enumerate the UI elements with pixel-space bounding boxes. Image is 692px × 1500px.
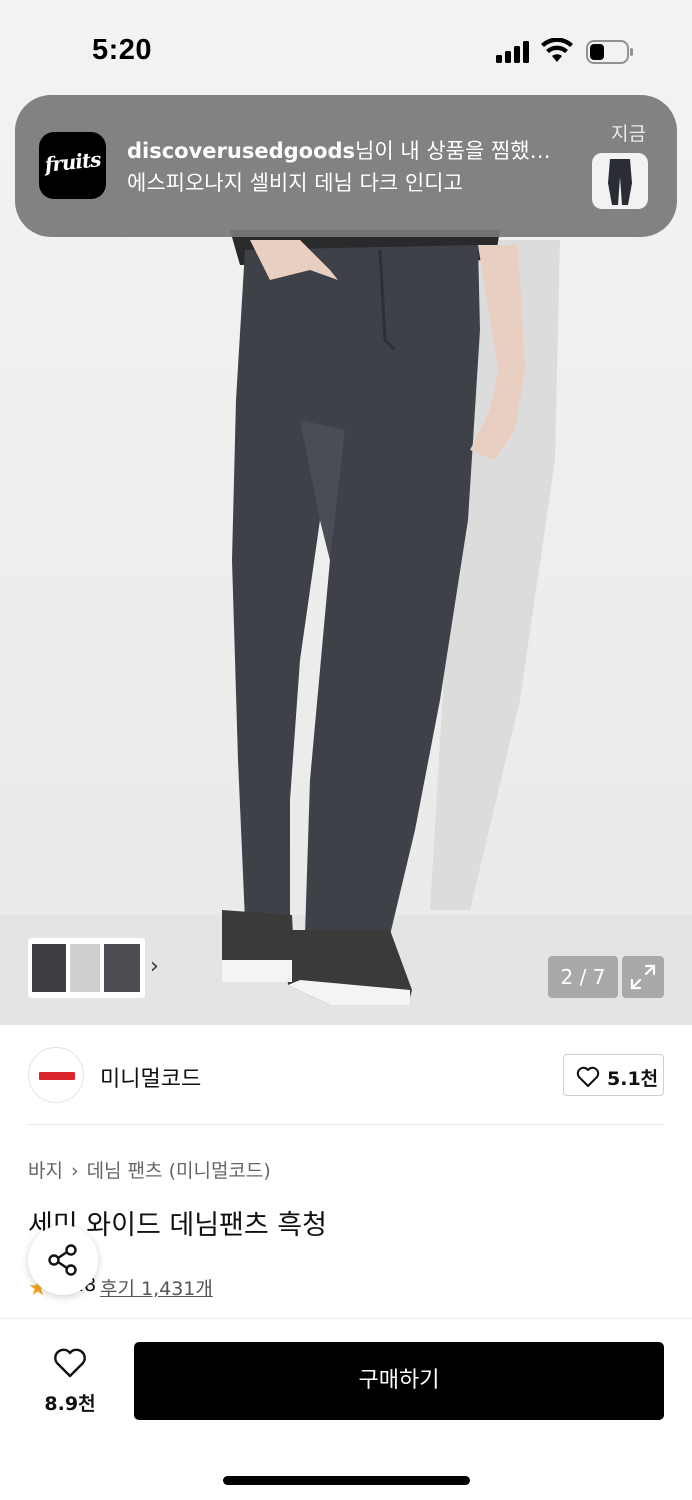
buy-button[interactable]: 구매하기 [134, 1342, 664, 1420]
thumbnail-strip[interactable]: › [28, 938, 159, 998]
cellular-signal-icon [496, 41, 532, 63]
breadcrumb: 바지 › 데님 팬츠 (미니멀코드) [28, 1156, 271, 1183]
notification-message: 님이 내 상품을 찜했… [355, 139, 551, 163]
thumbnail-image[interactable] [32, 944, 66, 992]
battery-icon [586, 40, 633, 64]
status-bar: 5:20 [0, 0, 692, 100]
expand-button[interactable] [622, 956, 664, 998]
breadcrumb-separator-icon: › [70, 1160, 79, 1182]
wishlist-button[interactable]: 8.9천 [30, 1347, 110, 1417]
breadcrumb-subcategory[interactable]: 데님 팬츠 (미니멀코드) [87, 1160, 271, 1182]
review-link[interactable]: 후기 1,431개 [100, 1274, 213, 1301]
divider [28, 1124, 664, 1125]
brand-like-button[interactable]: 5.1천 [563, 1054, 664, 1096]
heart-icon [54, 1348, 86, 1378]
page-indicator: 2 / 7 [548, 956, 618, 998]
fruits-app-icon: fruits [39, 132, 106, 199]
chevron-right-icon[interactable]: › [150, 954, 159, 979]
notification-thumbnail [592, 153, 648, 209]
notification-time: 지금 [611, 123, 646, 145]
bottom-action-bar: 8.9천 구매하기 [0, 1318, 692, 1500]
wishlist-count: 8.9천 [44, 1393, 96, 1415]
push-notification[interactable]: fruits discoverusedgoods님이 내 상품을 찜했… 에스피… [15, 95, 677, 237]
home-indicator[interactable] [223, 1476, 470, 1485]
notification-title: discoverusedgoods님이 내 상품을 찜했… [127, 135, 587, 165]
breadcrumb-category[interactable]: 바지 [28, 1160, 63, 1182]
expand-icon [630, 964, 656, 990]
brand-logo[interactable] [28, 1047, 84, 1103]
thumbnail-image[interactable] [70, 944, 100, 992]
share-icon [48, 1244, 77, 1276]
brand-name[interactable]: 미니멀코드 [100, 1061, 201, 1093]
notification-product: 에스피오나지 셀비지 데님 다크 인디고 [127, 171, 463, 195]
brand-logo-mark [39, 1072, 75, 1080]
thumbnail-image[interactable] [104, 944, 140, 992]
wifi-icon [541, 38, 573, 62]
heart-icon [576, 1066, 600, 1087]
status-time: 5:20 [92, 34, 153, 66]
notification-username: discoverusedgoods [127, 139, 356, 163]
brand-like-count: 5.1천 [607, 1068, 659, 1090]
share-button[interactable] [28, 1225, 98, 1295]
